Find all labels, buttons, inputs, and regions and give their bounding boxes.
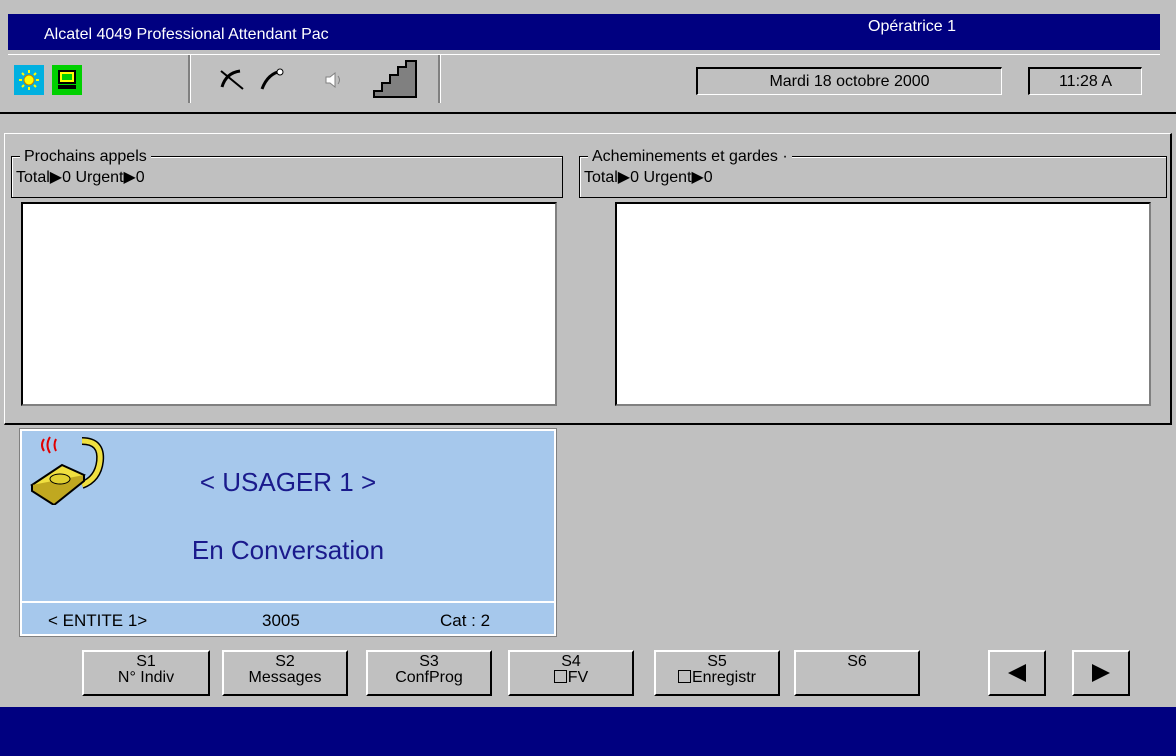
next-button[interactable] [1072, 650, 1130, 696]
mute-handset-icon[interactable] [218, 65, 248, 95]
previous-button[interactable] [988, 650, 1046, 696]
softkey-s1-label: N° Indiv [117, 669, 175, 686]
softkey-s5-label: Enregistr [691, 669, 757, 686]
next-calls-list[interactable] [21, 202, 557, 406]
softkey-s6-key: S6 [847, 653, 867, 670]
category-label: Cat : 2 [440, 611, 491, 630]
operator-name: Opératrice 1 [868, 18, 957, 35]
toolbar: Mardi 18 octobre 2000 11:28 A [8, 54, 1160, 103]
routing-list[interactable] [615, 202, 1151, 406]
title-bar: Alcatel 4049 Professional Attendant Pac … [8, 14, 1160, 50]
softkey-s2-label: Messages [248, 669, 322, 686]
volume-stairs-icon[interactable] [372, 59, 418, 99]
softkey-s1-key: S1 [136, 653, 156, 670]
time-display: 11:28 A [1028, 67, 1142, 95]
softkey-s5[interactable]: S5 Enregistr [654, 650, 780, 696]
next-calls-counts: Total▶0 Urgent▶0 [16, 169, 145, 186]
softkey-s4-label: FV [567, 669, 589, 686]
fv-checkbox[interactable] [553, 670, 567, 683]
right-arrow-icon [1092, 664, 1110, 682]
softkey-s2-key: S2 [275, 653, 295, 670]
current-call-panel: < USAGER 1 > En Conversation < ENTITE 1>… [20, 429, 556, 636]
softkey-s1[interactable]: S1 N° Indiv [82, 650, 210, 696]
speaker-icon[interactable] [318, 65, 348, 95]
separator [0, 112, 1176, 114]
routing-groupbox: Acheminements et gardes · Total▶0 Urgent… [579, 148, 1167, 198]
softkey-s6[interactable]: S6 [794, 650, 920, 696]
routing-counts: Total▶0 Urgent▶0 [584, 169, 713, 186]
app-title: Alcatel 4049 Professional Attendant Pac [44, 26, 329, 43]
softkey-s3-key: S3 [419, 653, 439, 670]
softkey-s4[interactable]: S4 FV [508, 650, 634, 696]
date-text: Mardi 18 octobre 2000 [769, 72, 930, 90]
toolbar-group-status [8, 55, 190, 103]
softkey-s3-label: ConfProg [395, 669, 463, 686]
softkey-s3[interactable]: S3 ConfProg [366, 650, 492, 696]
next-calls-title: Prochains appels [20, 148, 151, 166]
next-calls-groupbox: Prochains appels Total▶0 Urgent▶0 [11, 148, 563, 198]
routing-title: Acheminements et gardes · [588, 148, 792, 166]
status-bar [0, 707, 1176, 756]
time-text: 11:28 A [1058, 72, 1113, 90]
call-footer: < ENTITE 1> 3005 Cat : 2 [22, 601, 554, 634]
left-arrow-icon [1008, 664, 1026, 682]
entity-label: < ENTITE 1> [48, 611, 148, 630]
softkey-s4-key: S4 [561, 653, 581, 670]
queue-panel: Prochains appels Total▶0 Urgent▶0 Achemi… [4, 133, 1172, 425]
extension-number: 3005 [262, 611, 300, 630]
call-status: En Conversation [191, 535, 385, 565]
sun-icon[interactable] [14, 65, 44, 95]
softkey-s5-key: S5 [707, 653, 727, 670]
date-display: Mardi 18 octobre 2000 [696, 67, 1002, 95]
caller-name: < USAGER 1 > [199, 467, 377, 497]
toolbar-group-phone [188, 55, 440, 103]
softkey-s2[interactable]: S2 Messages [222, 650, 348, 696]
record-checkbox[interactable] [677, 670, 691, 683]
monitor-icon[interactable] [52, 65, 82, 95]
handset-icon[interactable] [258, 65, 288, 95]
